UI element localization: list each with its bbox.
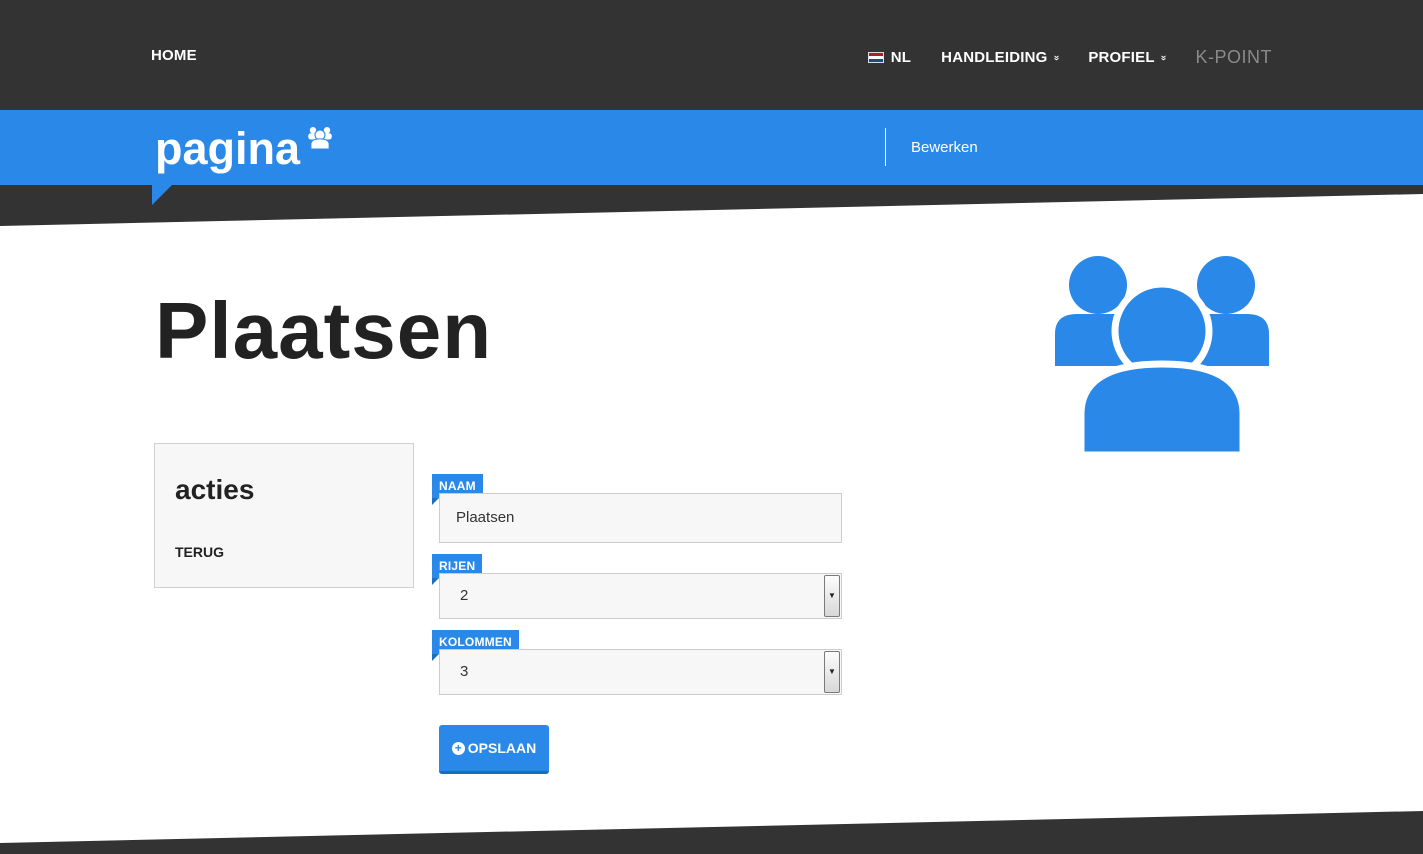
actions-title: acties	[175, 474, 255, 505]
nav-manual[interactable]: HANDLEIDING »	[941, 49, 1062, 66]
chevron-down-icon[interactable]: ▼	[824, 575, 840, 617]
section-header: pagina Bewerken	[0, 110, 1423, 185]
chevron-down-icon: »	[1157, 54, 1169, 61]
chevron-down-icon: »	[1050, 54, 1062, 61]
chevron-down-icon[interactable]: ▼	[824, 651, 840, 693]
page-title: Plaatsen	[155, 286, 493, 375]
columns-select-value: 3	[460, 663, 469, 680]
nav-language-label: NL	[890, 49, 912, 66]
users-icon	[308, 127, 332, 149]
nav-right-menu: NL HANDLEIDING » PROFIEL » K-POINT	[867, 47, 1272, 68]
save-button-label: OPSLAAN	[467, 740, 537, 756]
back-link[interactable]: TERUG	[175, 544, 224, 560]
nav-profile-label: PROFIEL	[1088, 49, 1155, 66]
nav-language[interactable]: NL	[867, 49, 912, 66]
header-divider	[885, 128, 886, 166]
brand-logo[interactable]: K-POINT	[1195, 47, 1272, 68]
edit-link[interactable]: Bewerken	[911, 139, 978, 156]
nav-manual-label: HANDLEIDING	[941, 49, 1048, 66]
columns-select[interactable]: 3 ▼	[439, 649, 842, 695]
section-title: pagina	[155, 123, 332, 175]
top-navbar: HOME NL HANDLEIDING » PROFIEL » K-POINT	[0, 0, 1423, 110]
actions-panel: acties TERUG	[154, 443, 414, 588]
nav-profile[interactable]: PROFIEL »	[1088, 49, 1169, 66]
users-icon	[1055, 256, 1269, 458]
header-notch	[152, 185, 172, 205]
flag-nl-icon	[867, 52, 884, 63]
save-button[interactable]: + OPSLAAN	[439, 725, 549, 774]
plus-circle-icon: +	[451, 741, 465, 755]
rows-select[interactable]: 2 ▼	[439, 573, 842, 619]
section-title-text: pagina	[155, 123, 301, 174]
rows-select-value: 2	[460, 587, 469, 604]
name-field[interactable]: Plaatsen	[439, 493, 842, 543]
nav-home-link[interactable]: HOME	[151, 47, 197, 64]
